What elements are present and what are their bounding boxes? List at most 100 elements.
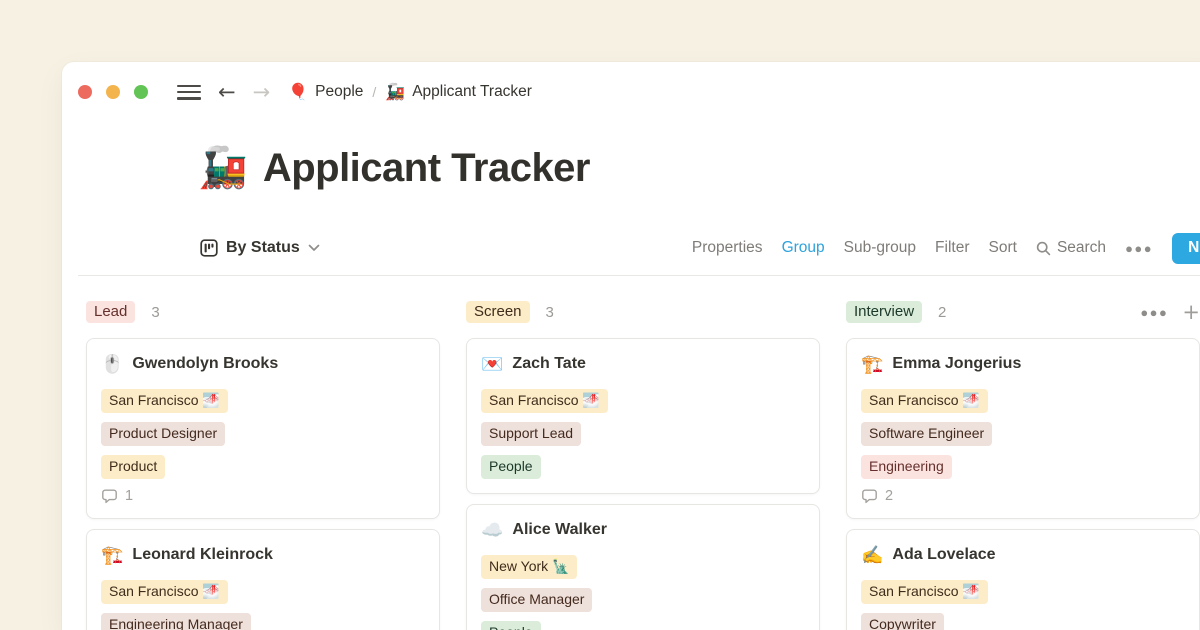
breadcrumb-label: People <box>315 83 363 101</box>
locomotive-icon: 🚂 <box>385 82 405 102</box>
breadcrumb: 🎈 People / 🚂 Applicant Tracker <box>288 82 532 102</box>
column-count: 2 <box>938 304 946 321</box>
toolbar-right: Properties Group Sub-group Filter Sort Searc… <box>692 233 1200 264</box>
card-name: Leonard Kleinrock <box>132 544 272 566</box>
comment-count-value: 1 <box>125 488 133 504</box>
toolbar-menu-sub-group[interactable]: Sub-group <box>844 239 916 257</box>
card-tag: Engineering Manager <box>101 613 251 630</box>
comment-bubble-icon <box>101 488 118 504</box>
column-cards: 💌 Zach Tate San Francisco 🌁 Support Lead Peo… <box>466 338 820 630</box>
card-name: Zach Tate <box>512 353 586 375</box>
card-emma-jongerius[interactable]: 🏗️ Emma Jongerius San Francisco 🌁 Software … <box>846 338 1200 519</box>
card-tag: San Francisco 🌁 <box>861 580 988 604</box>
column-header-lead: Lead 3 <box>86 300 440 324</box>
back-arrow-icon[interactable]: ← <box>218 80 236 104</box>
column-cards: 🖱️ Gwendolyn Brooks San Francisco 🌁 Product… <box>86 338 440 630</box>
page-title: Applicant Tracker <box>263 146 590 191</box>
column-cards: 🏗️ Emma Jongerius San Francisco 🌁 Software … <box>846 338 1200 630</box>
card-tag: Support Lead <box>481 422 581 446</box>
search-button[interactable]: Search <box>1036 239 1106 257</box>
comment-count-value: 2 <box>885 488 893 504</box>
breadcrumb-item-people[interactable]: 🎈 People <box>288 82 363 102</box>
card-name: Alice Walker <box>512 519 607 541</box>
column-count: 3 <box>151 304 159 321</box>
toolbar-menu-sort[interactable]: Sort <box>989 239 1017 257</box>
card-emoji-icon: 💌 <box>481 353 503 375</box>
card-tag: Copywriter <box>861 613 944 630</box>
card-title-row: 🏗️ Emma Jongerius <box>861 353 1185 375</box>
new-button[interactable]: New <box>1172 233 1200 264</box>
card-tag: San Francisco 🌁 <box>861 389 988 413</box>
card-tag: Office Manager <box>481 588 592 612</box>
page-title-row: 🚂 Applicant Tracker <box>198 144 590 192</box>
card-tag: People <box>481 621 541 630</box>
card-tag: San Francisco 🌁 <box>481 389 608 413</box>
column-count: 3 <box>546 304 554 321</box>
column-header-interview: Interview 2 ●●● + <box>846 300 1200 324</box>
card-gwendolyn-brooks[interactable]: 🖱️ Gwendolyn Brooks San Francisco 🌁 Product… <box>86 338 440 519</box>
board-view-icon <box>200 239 218 257</box>
traffic-light-close[interactable] <box>78 85 92 99</box>
card-tag: Product Designer <box>101 422 225 446</box>
card-emoji-icon: 🏗️ <box>861 353 883 375</box>
card-tag: Product <box>101 455 165 479</box>
card-emoji-icon: 🖱️ <box>101 353 123 375</box>
toolbar-menu-filter[interactable]: Filter <box>935 239 969 257</box>
card-emoji-icon: ✍️ <box>861 544 883 566</box>
toolbar-divider <box>78 275 1200 276</box>
card-tag: Software Engineer <box>861 422 992 446</box>
sidebar-menu-icon[interactable] <box>177 85 201 100</box>
breadcrumb-item-applicant-tracker[interactable]: 🚂 Applicant Tracker <box>385 82 532 102</box>
column-status-badge[interactable]: Interview <box>846 301 922 323</box>
breadcrumb-label: Applicant Tracker <box>412 83 532 101</box>
add-card-icon[interactable]: + <box>1182 302 1200 322</box>
view-switcher-label: By Status <box>226 239 300 257</box>
column-actions: ●●● + <box>1140 302 1200 322</box>
card-tag: San Francisco 🌁 <box>101 580 228 604</box>
card-name: Ada Lovelace <box>892 544 995 566</box>
board: Lead 3 🖱️ Gwendolyn Brooks San Francisco 🌁 Pr… <box>86 300 1200 630</box>
chevron-down-icon <box>308 244 320 252</box>
card-title-row: 🖱️ Gwendolyn Brooks <box>101 353 425 375</box>
card-tag: Engineering <box>861 455 952 479</box>
card-tag: New York 🗽 <box>481 555 577 579</box>
column-header-screen: Screen 3 <box>466 300 820 324</box>
column-interview: Interview 2 ●●● + 🏗️ Emma Jongerius San Franci… <box>846 300 1200 630</box>
card-alice-walker[interactable]: ☁️Alice Walker New York 🗽 Office Manager Pe… <box>466 504 820 630</box>
card-emoji-icon: 🏗️ <box>101 544 123 566</box>
toolbar-menu-group[interactable]: Group <box>782 239 825 257</box>
card-ada-lovelace[interactable]: ✍️ Ada Lovelace San Francisco 🌁 Copywriter <box>846 529 1200 630</box>
card-tag: People <box>481 455 541 479</box>
card-title-row: ☁️Alice Walker <box>481 519 805 541</box>
card-tag: San Francisco 🌁 <box>101 389 228 413</box>
titlebar: ← → 🎈 People / 🚂 Applicant Tracker <box>78 79 1200 105</box>
column-screen: Screen 3 💌 Zach Tate San Francisco 🌁 Support … <box>466 300 820 630</box>
breadcrumb-separator: / <box>372 84 376 100</box>
search-label: Search <box>1057 239 1106 257</box>
column-more-icon[interactable]: ●●● <box>1140 305 1168 320</box>
more-options-icon[interactable]: ●●● <box>1125 241 1153 256</box>
card-title-row: 🏗️ Leonard Kleinrock <box>101 544 425 566</box>
card-title-row: 💌 Zach Tate <box>481 353 805 375</box>
balloon-icon: 🎈 <box>288 82 308 102</box>
card-name: Emma Jongerius <box>892 353 1021 375</box>
traffic-light-minimize[interactable] <box>106 85 120 99</box>
toolbar-menu: Properties Group Sub-group Filter Sort <box>692 239 1017 257</box>
notion-window: ← → 🎈 People / 🚂 Applicant Tracker 🚂 App… <box>62 62 1200 630</box>
card-name: Gwendolyn Brooks <box>132 353 278 375</box>
card-zach-tate[interactable]: 💌 Zach Tate San Francisco 🌁 Support Lead Peo… <box>466 338 820 494</box>
comment-count: 2 <box>861 488 1185 504</box>
column-lead: Lead 3 🖱️ Gwendolyn Brooks San Francisco 🌁 Pr… <box>86 300 440 630</box>
toolbar-menu-properties[interactable]: Properties <box>692 239 763 257</box>
search-icon <box>1036 241 1051 256</box>
column-status-badge[interactable]: Lead <box>86 301 135 323</box>
column-status-badge[interactable]: Screen <box>466 301 530 323</box>
traffic-light-zoom[interactable] <box>134 85 148 99</box>
view-toolbar: By Status Properties Group Sub-group Filter… <box>200 231 1200 265</box>
comment-bubble-icon <box>861 488 878 504</box>
view-switcher-by-status[interactable]: By Status <box>200 239 320 257</box>
card-title-row: ✍️ Ada Lovelace <box>861 544 1185 566</box>
forward-arrow-icon[interactable]: → <box>253 80 271 104</box>
comment-count: 1 <box>101 488 425 504</box>
card-leonard-kleinrock[interactable]: 🏗️ Leonard Kleinrock San Francisco 🌁 Engine… <box>86 529 440 630</box>
